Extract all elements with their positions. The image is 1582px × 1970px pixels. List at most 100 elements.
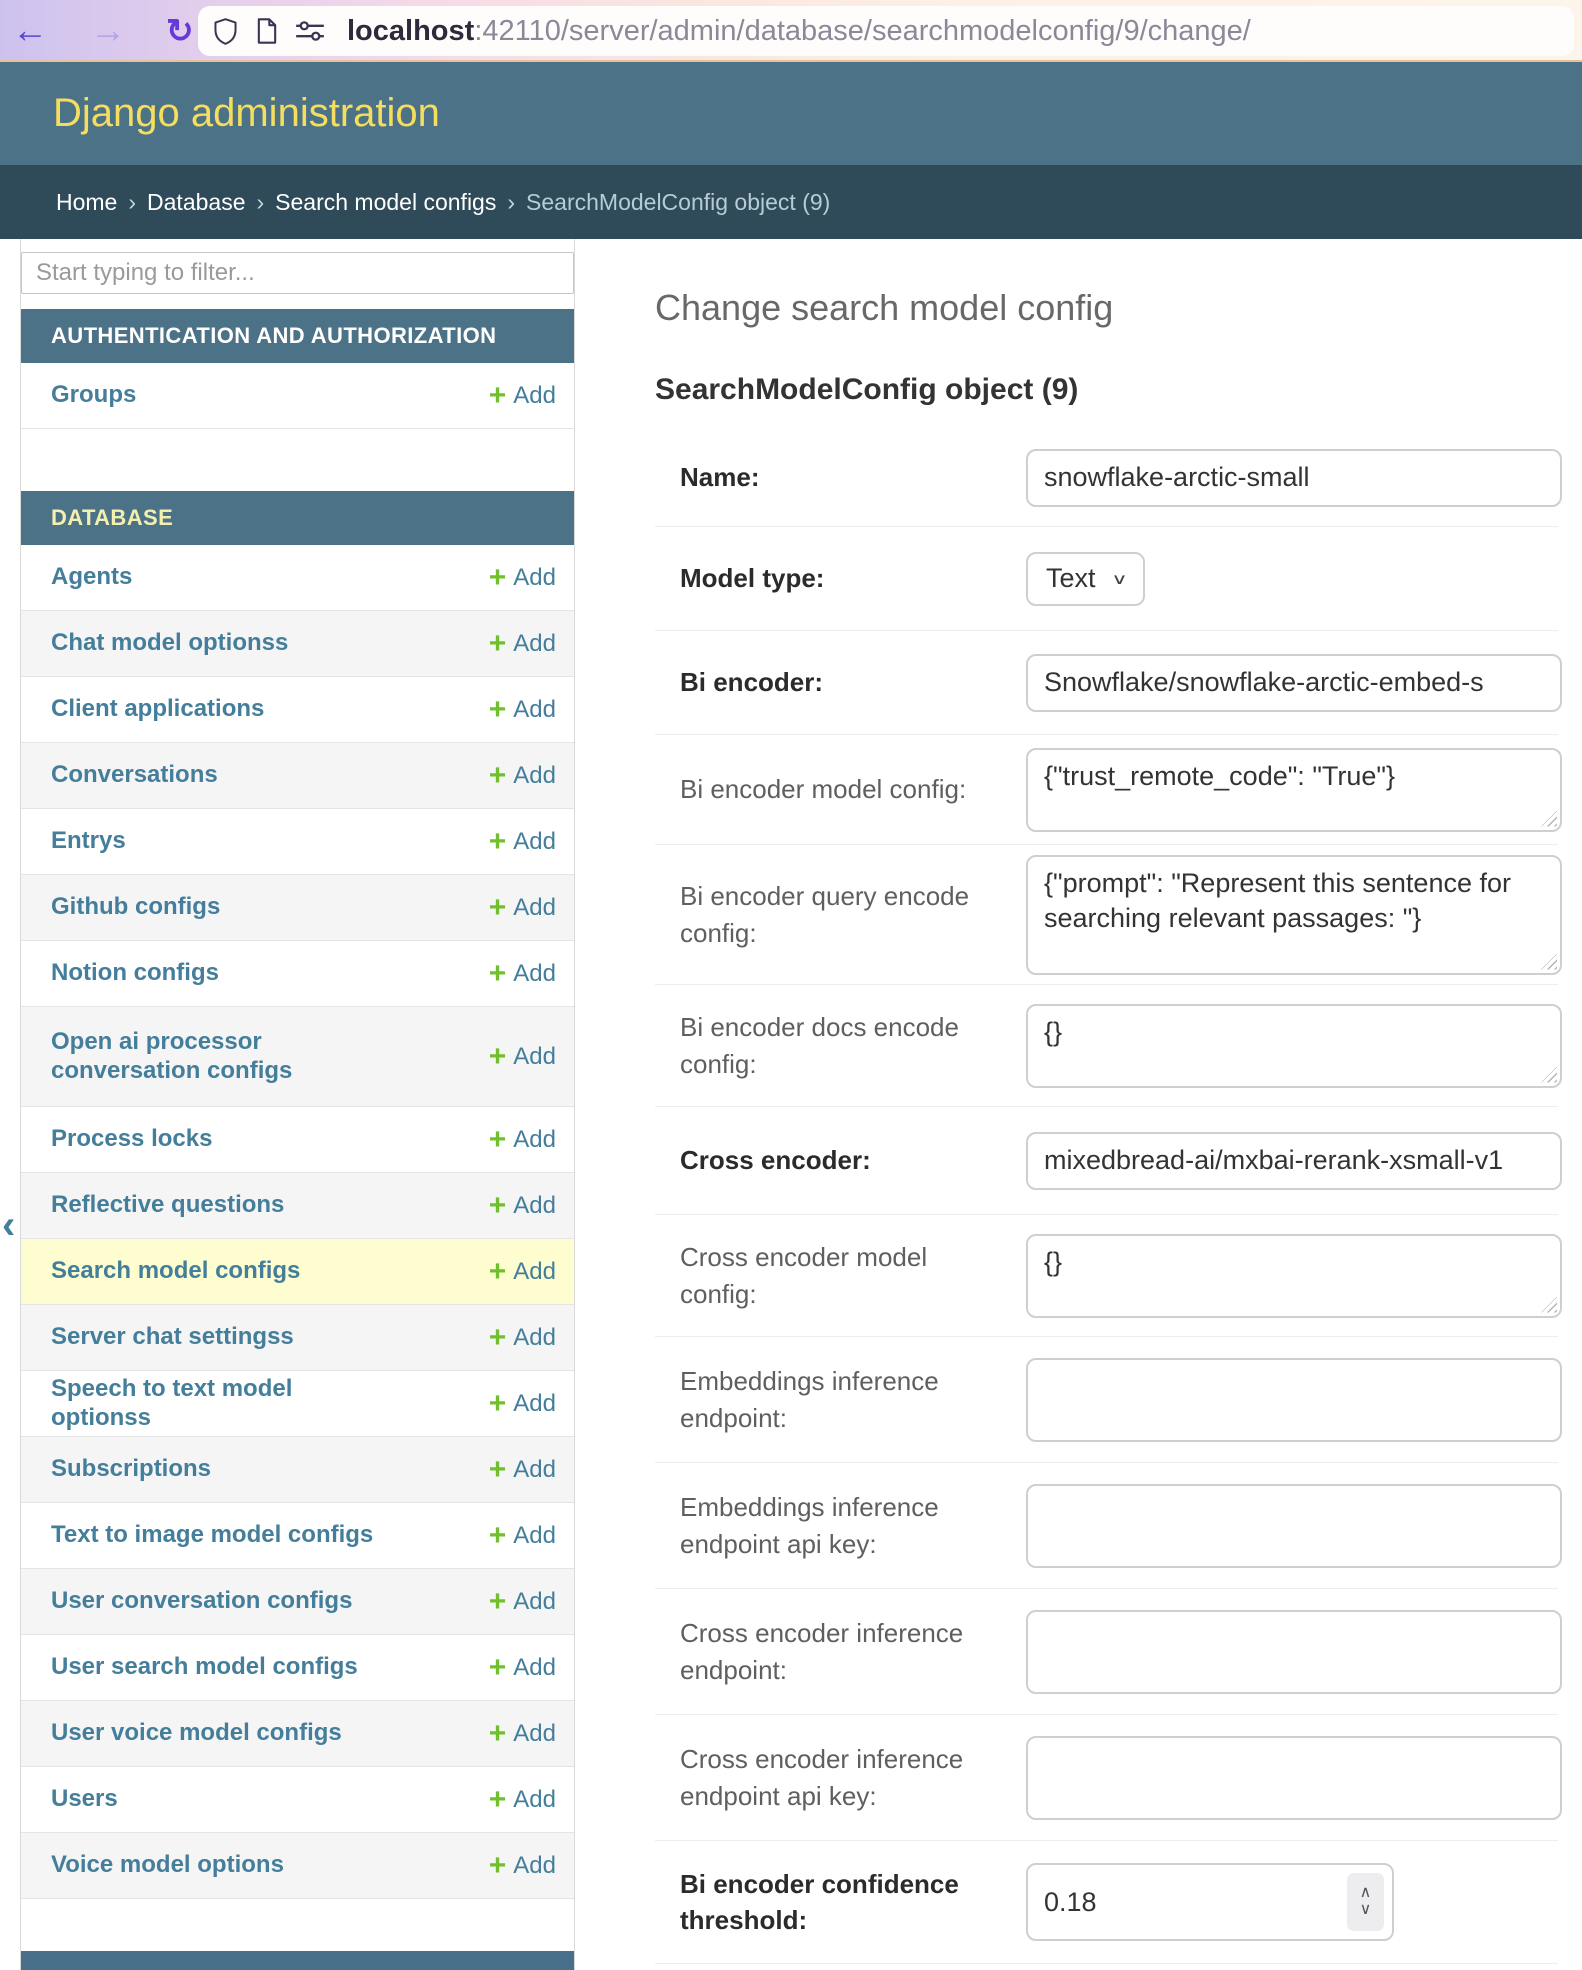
add-reflective-questions-button[interactable]: +Add — [489, 1191, 556, 1221]
sidebar-item-voice-model-options[interactable]: Voice model options +Add — [21, 1833, 574, 1899]
shield-icon[interactable] — [212, 17, 239, 46]
sidebar-item-entrys[interactable]: Entrys +Add — [21, 809, 574, 875]
plus-icon: + — [489, 827, 507, 857]
add-open-ai-processor-conversation-configs-button[interactable]: +Add — [489, 1042, 556, 1072]
bi-encoder-cell — [1026, 654, 1562, 712]
sidebar-item-user-voice-model-configs[interactable]: User voice model configs +Add — [21, 1701, 574, 1767]
site-title[interactable]: Django administration — [53, 91, 440, 136]
sidebar-item-groups[interactable]: Groups +Add — [21, 363, 574, 429]
sidebar-item-link-user-search-model-configs[interactable]: User search model configs — [51, 1653, 358, 1681]
sidebar-item-link-user-voice-model-configs[interactable]: User voice model configs — [51, 1719, 342, 1747]
add-chat-model-optionss-button[interactable]: +Add — [489, 629, 556, 659]
add-label: Add — [513, 1258, 556, 1286]
bi-encoder-model-config-textarea[interactable]: {"trust_remote_code": "True"} — [1026, 748, 1562, 832]
bi-encoder-model-config-textarea-wrap: {"trust_remote_code": "True"} — [1026, 748, 1562, 832]
sidebar-item-text-to-image-model-configs[interactable]: Text to image model configs +Add — [21, 1503, 574, 1569]
sidebar-item-link-subscriptions[interactable]: Subscriptions — [51, 1455, 211, 1483]
sidebar-item-link-conversations[interactable]: Conversations — [51, 761, 218, 789]
address-bar[interactable]: localhost:42110/server/admin/database/se… — [198, 6, 1574, 56]
breadcrumb-link-home[interactable]: Home — [56, 189, 117, 216]
sidebar-item-link-text-to-image-model-configs[interactable]: Text to image model configs — [51, 1521, 373, 1549]
sidebar-item-notion-configs[interactable]: Notion configs +Add — [21, 941, 574, 1007]
name-input[interactable] — [1026, 449, 1562, 507]
embeddings-inference-endpoint-input[interactable] — [1026, 1358, 1562, 1442]
sidebar-filter-input[interactable] — [21, 252, 574, 294]
breadcrumb-link-search-model-configs[interactable]: Search model configs — [275, 189, 496, 216]
stepper-down-icon[interactable]: ∨ — [1360, 1902, 1372, 1919]
add-conversations-button[interactable]: +Add — [489, 761, 556, 791]
sidebar-item-search-model-configs[interactable]: Search model configs +Add — [21, 1239, 574, 1305]
sidebar-item-link-speech-to-text-model-optionss[interactable]: Speech to text model optionss — [51, 1375, 381, 1432]
add-subscriptions-button[interactable]: +Add — [489, 1455, 556, 1485]
cross-encoder-inference-endpoint-input[interactable] — [1026, 1610, 1562, 1694]
sidebar-item-link-reflective-questions[interactable]: Reflective questions — [51, 1191, 284, 1219]
add-text-to-image-model-configs-button[interactable]: +Add — [489, 1521, 556, 1551]
sidebar-item-link-search-model-configs[interactable]: Search model configs — [51, 1257, 300, 1285]
back-icon[interactable]: ← — [12, 12, 48, 48]
add-server-chat-settingss-button[interactable]: +Add — [489, 1323, 556, 1353]
add-github-configs-button[interactable]: +Add — [489, 893, 556, 923]
breadcrumb-separator: › — [128, 189, 136, 216]
add-user-search-model-configs-button[interactable]: +Add — [489, 1653, 556, 1683]
add-label: Add — [513, 1522, 556, 1550]
sidebar-item-github-configs[interactable]: Github configs +Add — [21, 875, 574, 941]
add-process-locks-button[interactable]: +Add — [489, 1125, 556, 1155]
sidebar-item-link-server-chat-settingss[interactable]: Server chat settingss — [51, 1323, 294, 1351]
bi-encoder-confidence-threshold-stepper[interactable]: ∧∨ — [1347, 1873, 1384, 1931]
add-label: Add — [513, 960, 556, 988]
add-search-model-configs-button[interactable]: +Add — [489, 1257, 556, 1287]
bi-encoder-confidence-threshold-input[interactable] — [1026, 1863, 1394, 1941]
add-notion-configs-button[interactable]: +Add — [489, 959, 556, 989]
sidebar-item-conversations[interactable]: Conversations +Add — [21, 743, 574, 809]
sidebar-item-server-chat-settingss[interactable]: Server chat settingss +Add — [21, 1305, 574, 1371]
model-type-select[interactable]: Text∨ — [1026, 552, 1145, 606]
cross-encoder-input[interactable] — [1026, 1132, 1562, 1190]
embeddings-inference-endpoint-api-key-input[interactable] — [1026, 1484, 1562, 1568]
add-users-button[interactable]: +Add — [489, 1785, 556, 1815]
sidebar-item-link-agents[interactable]: Agents — [51, 563, 132, 591]
sidebar-item-chat-model-optionss[interactable]: Chat model optionss +Add — [21, 611, 574, 677]
sidebar-item-users[interactable]: Users +Add — [21, 1767, 574, 1833]
add-voice-model-options-button[interactable]: +Add — [489, 1851, 556, 1881]
sidebar-item-link-process-locks[interactable]: Process locks — [51, 1125, 212, 1153]
add-groups-button[interactable]: +Add — [489, 381, 556, 411]
sidebar-item-link-open-ai-processor-conversation-configs[interactable]: Open ai processor conversation configs — [51, 1028, 381, 1085]
sidebar-item-reflective-questions[interactable]: Reflective questions +Add — [21, 1173, 574, 1239]
sidebar-item-link-groups[interactable]: Groups — [51, 381, 136, 409]
sidebar-item-link-chat-model-optionss[interactable]: Chat model optionss — [51, 629, 288, 657]
add-agents-button[interactable]: +Add — [489, 563, 556, 593]
sidebar-item-link-github-configs[interactable]: Github configs — [51, 893, 220, 921]
bi-encoder-query-encode-config-textarea[interactable]: {"prompt": "Represent this sentence for … — [1026, 855, 1562, 975]
forward-icon[interactable]: → — [90, 12, 126, 48]
breadcrumb-link-database[interactable]: Database — [147, 189, 245, 216]
cross-encoder-inference-endpoint-api-key-input[interactable] — [1026, 1736, 1562, 1820]
sidebar-item-link-voice-model-options[interactable]: Voice model options — [51, 1851, 284, 1879]
sidebar-item-subscriptions[interactable]: Subscriptions +Add — [21, 1437, 574, 1503]
sidebar-item-link-user-conversation-configs[interactable]: User conversation configs — [51, 1587, 352, 1615]
add-speech-to-text-model-optionss-button[interactable]: +Add — [489, 1389, 556, 1419]
sidebar-item-open-ai-processor-conversation-configs[interactable]: Open ai processor conversation configs +A… — [21, 1007, 574, 1107]
add-client-applications-button[interactable]: +Add — [489, 695, 556, 725]
page-icon[interactable] — [255, 17, 279, 45]
cross-encoder-model-config-textarea[interactable]: {} — [1026, 1234, 1562, 1318]
sidebar-item-link-client-applications[interactable]: Client applications — [51, 695, 264, 723]
sidebar-item-user-search-model-configs[interactable]: User search model configs +Add — [21, 1635, 574, 1701]
sidebar-item-user-conversation-configs[interactable]: User conversation configs +Add — [21, 1569, 574, 1635]
sidebar-item-client-applications[interactable]: Client applications +Add — [21, 677, 574, 743]
add-entrys-button[interactable]: +Add — [489, 827, 556, 857]
sidebar-item-link-notion-configs[interactable]: Notion configs — [51, 959, 219, 987]
add-user-voice-model-configs-button[interactable]: +Add — [489, 1719, 556, 1749]
sidebar-item-speech-to-text-model-optionss[interactable]: Speech to text model optionss +Add — [21, 1371, 574, 1437]
reload-icon[interactable]: ↻ — [166, 14, 194, 47]
sidebar-item-process-locks[interactable]: Process locks +Add — [21, 1107, 574, 1173]
sidebar-item-link-entrys[interactable]: Entrys — [51, 827, 126, 855]
add-user-conversation-configs-button[interactable]: +Add — [489, 1587, 556, 1617]
plus-icon: + — [489, 1587, 507, 1617]
bi-encoder-input[interactable] — [1026, 654, 1562, 712]
site-settings-toggles-icon[interactable] — [295, 21, 325, 41]
bi-encoder-docs-encode-config-textarea[interactable]: {} — [1026, 1004, 1562, 1088]
sidebar-toggle-icon[interactable]: ‹ — [2, 1205, 15, 1245]
stepper-up-icon[interactable]: ∧ — [1360, 1885, 1372, 1902]
sidebar-item-agents[interactable]: Agents +Add — [21, 545, 574, 611]
sidebar-item-link-users[interactable]: Users — [51, 1785, 118, 1813]
